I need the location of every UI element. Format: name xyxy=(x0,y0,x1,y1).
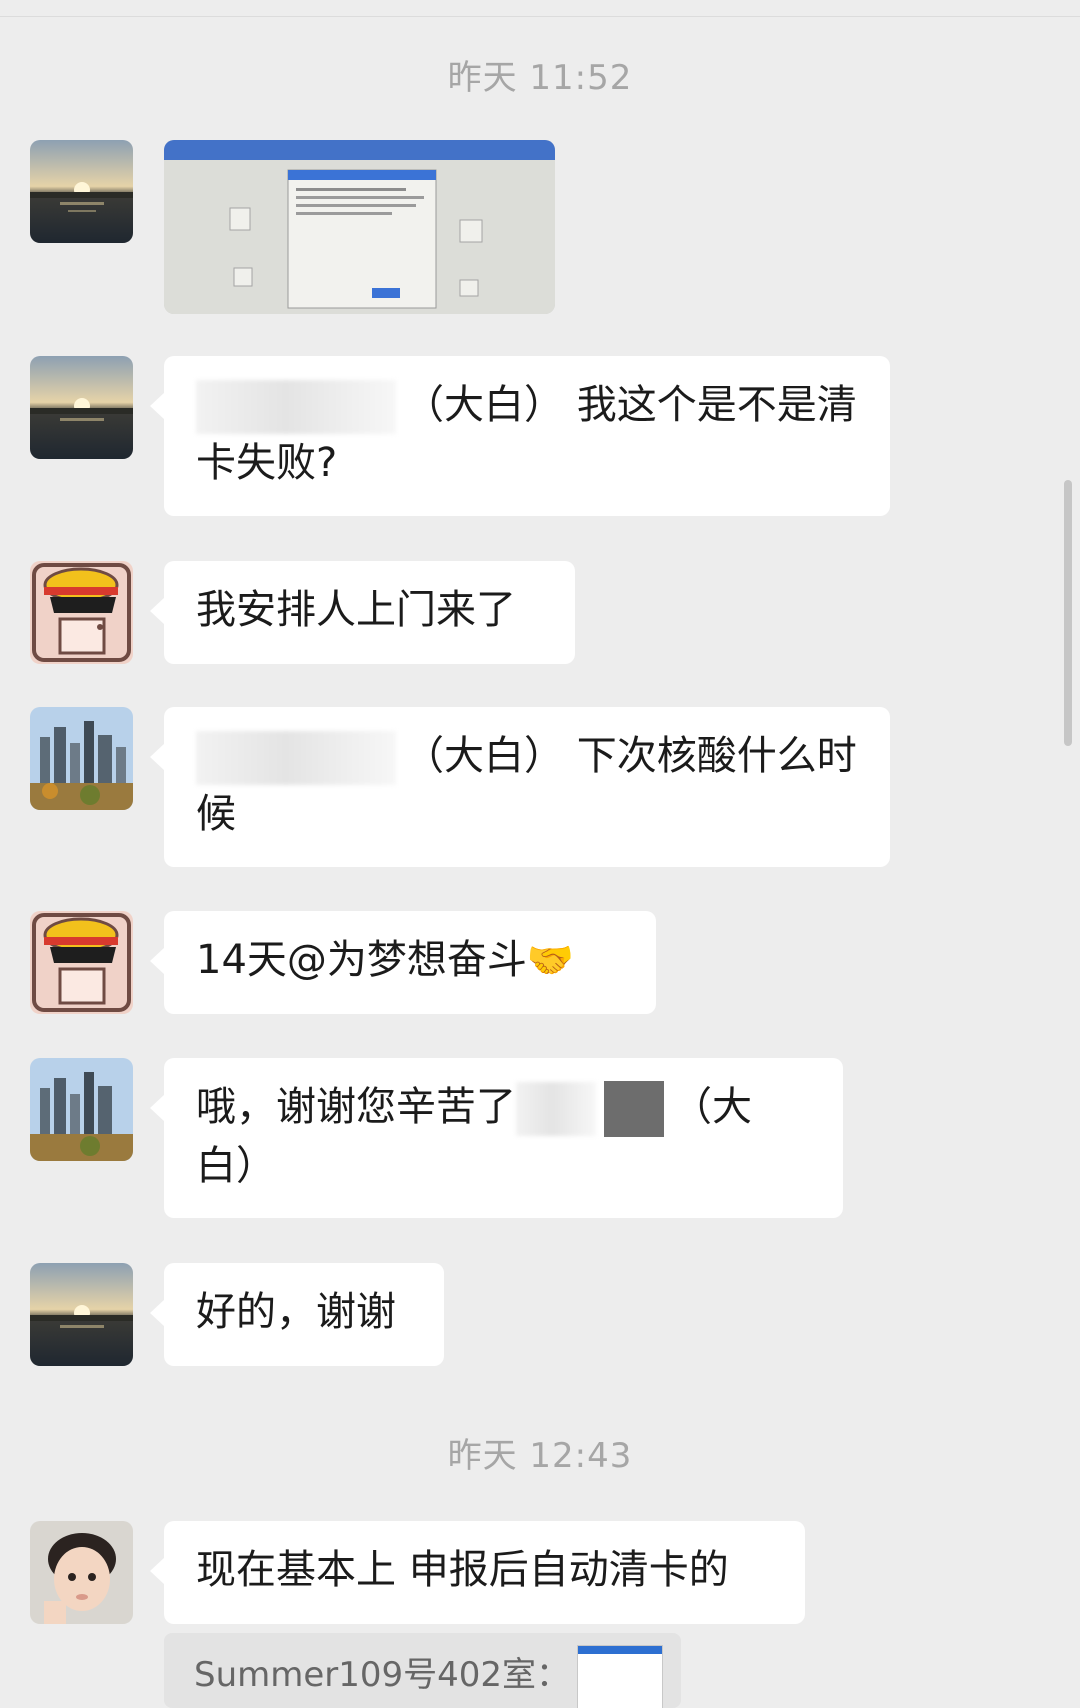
chat-message-bubble[interactable]: （大白） 我这个是不是清卡失败? xyxy=(150,356,890,516)
message-text: 我安排人上门来了 xyxy=(196,587,516,633)
message-text: 好的，谢谢 xyxy=(196,1289,396,1335)
child-photo-avatar[interactable] xyxy=(30,1521,133,1624)
chat-message-bubble[interactable]: 好的，谢谢 xyxy=(150,1263,444,1366)
timestamp: 昨天 12:43 xyxy=(447,1436,633,1476)
redacted-mention xyxy=(196,731,396,785)
chat-message-bubble[interactable]: 现在基本上 申报后自动清卡的 xyxy=(150,1521,805,1624)
chat-message-bubble[interactable]: （大白） 下次核酸什么时候 xyxy=(150,707,890,867)
message-text: 哦，谢谢您辛苦了 xyxy=(196,1084,516,1130)
sunset-lake-avatar[interactable] xyxy=(30,140,133,243)
quoted-message[interactable]: Summer109号402室： xyxy=(164,1633,681,1708)
chat-message-bubble[interactable]: 14天@为梦想奋斗🤝 xyxy=(150,911,656,1014)
handshake-icon: 🤝 xyxy=(526,938,575,982)
chat-message-bubble[interactable]: 哦，谢谢您辛苦了 （大白） xyxy=(150,1058,843,1218)
chat-message-bubble[interactable]: 我安排人上门来了 xyxy=(150,561,575,664)
quoted-image-thumbnail[interactable] xyxy=(577,1645,663,1708)
timestamp: 昨天 11:52 xyxy=(447,58,633,98)
city-skyline-avatar[interactable] xyxy=(30,707,133,810)
scrollbar[interactable] xyxy=(1064,480,1072,746)
straw-hat-cartoon-avatar[interactable] xyxy=(30,561,133,664)
quote-text: Summer109号402室： xyxy=(194,1655,571,1695)
sunset-lake-avatar[interactable] xyxy=(30,356,133,459)
city-skyline-avatar[interactable] xyxy=(30,1058,133,1161)
redacted-mention xyxy=(516,1082,596,1136)
redacted-mention xyxy=(196,380,396,434)
redacted-block xyxy=(604,1081,664,1137)
message-text: 现在基本上 申报后自动清卡的 xyxy=(196,1547,729,1593)
top-divider xyxy=(0,16,1080,17)
straw-hat-cartoon-avatar[interactable] xyxy=(30,911,133,1014)
screenshot-image-message[interactable] xyxy=(164,140,555,314)
sunset-lake-avatar[interactable] xyxy=(30,1263,133,1366)
message-text: 14天@为梦想奋斗 xyxy=(196,937,527,983)
